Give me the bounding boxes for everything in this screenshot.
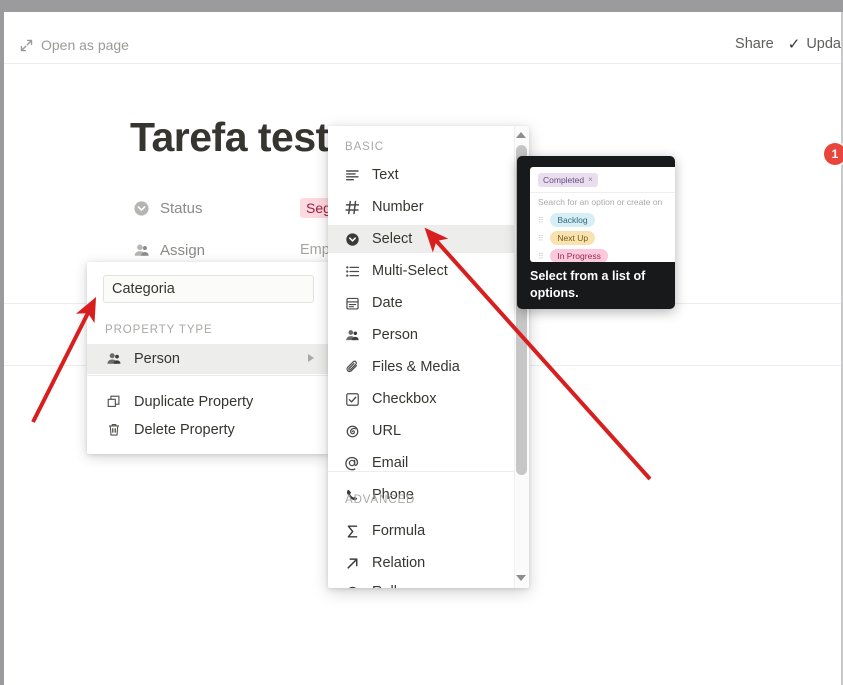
app-root: Open as page Share ✓ Upda Tarefa test St…: [0, 0, 843, 685]
page-header: Open as page Share ✓ Upda: [4, 12, 841, 64]
scroll-up-arrow-icon[interactable]: [516, 132, 526, 138]
select-icon: [132, 199, 150, 217]
type-label: Multi-Select: [372, 263, 448, 279]
preview-chip-completed: Completed ×: [538, 172, 598, 187]
preview-option: ⠿ In Progress: [538, 249, 608, 262]
type-label: Rollup: [372, 584, 413, 588]
property-row-assign[interactable]: Assign Emp: [132, 236, 330, 264]
drag-handle-icon: ⠿: [538, 233, 545, 243]
option-label: In Progress: [550, 249, 608, 262]
type-item-relation[interactable]: Relation: [328, 549, 514, 577]
delete-property-button[interactable]: Delete Property: [87, 415, 330, 445]
at-icon: [342, 455, 362, 471]
popup-divider: [87, 375, 330, 376]
updates-label: Upda: [806, 36, 841, 52]
check-icon: ✓: [787, 35, 801, 53]
type-label: Text: [372, 167, 399, 183]
updates-button[interactable]: ✓ Upda: [788, 36, 841, 52]
type-label: URL: [372, 423, 402, 439]
type-item-rollup[interactable]: Rollup: [328, 578, 514, 588]
chevron-right-icon: [308, 354, 314, 362]
person-icon: [132, 241, 150, 259]
option-label: Next Up: [550, 231, 596, 245]
delete-property-label: Delete Property: [134, 422, 235, 438]
type-item-text[interactable]: Text: [328, 161, 514, 189]
chip-label: Completed: [543, 174, 585, 185]
duplicate-property-label: Duplicate Property: [134, 394, 254, 410]
type-label: Email: [372, 455, 409, 471]
page-title: Tarefa test: [130, 114, 329, 160]
tooltip-caption: Select from a list of options.: [530, 269, 646, 300]
date-icon: [342, 296, 362, 311]
option-label: Backlog: [550, 213, 595, 227]
person-icon: [342, 328, 362, 343]
checkbox-icon: [342, 392, 362, 407]
person-icon: [105, 351, 123, 367]
duplicate-property-button[interactable]: Duplicate Property: [87, 387, 330, 417]
type-item-multi-select[interactable]: Multi-Select: [328, 257, 514, 285]
property-type-current[interactable]: Person: [87, 344, 330, 374]
menu-divider: [328, 471, 514, 472]
property-type-caption: PROPERTY TYPE: [105, 324, 213, 336]
trash-icon: [105, 422, 123, 438]
type-preview-tooltip: Completed × Search for an option or crea…: [517, 156, 675, 309]
link-icon: [342, 424, 362, 439]
preview-chip-bar: Completed ×: [530, 167, 675, 193]
drag-handle-icon: ⠿: [538, 251, 545, 261]
type-label: Select: [372, 231, 413, 247]
drag-handle-icon: ⠿: [538, 215, 545, 225]
property-name-input[interactable]: [103, 275, 314, 303]
basic-section-caption: BASIC: [345, 141, 385, 153]
tooltip-preview-image: Completed × Search for an option or crea…: [530, 167, 675, 262]
property-row-status[interactable]: Status Seg: [132, 194, 337, 222]
rollup-icon: [342, 585, 362, 588]
advanced-section-caption: ADVANCED: [345, 494, 416, 506]
number-icon: [342, 200, 362, 215]
type-item-files-media[interactable]: Files & Media: [328, 353, 514, 381]
arrow-up-right-icon: [342, 556, 362, 571]
property-label: Assign: [160, 241, 206, 259]
notification-badge[interactable]: 1: [824, 143, 843, 165]
text-icon: [342, 168, 362, 183]
open-as-page-button[interactable]: Open as page: [20, 37, 129, 53]
property-editor-popup: PROPERTY TYPE Person Duplica: [87, 262, 330, 454]
type-label: Date: [372, 295, 403, 311]
assign-value: Emp: [300, 242, 330, 258]
paperclip-icon: [342, 360, 362, 375]
open-as-page-label: Open as page: [41, 37, 129, 53]
property-label: Status: [160, 199, 203, 217]
type-item-url[interactable]: URL: [328, 417, 514, 445]
type-item-number[interactable]: Number: [328, 193, 514, 221]
preview-search-text: Search for an option or create on: [538, 197, 663, 207]
preview-option: ⠿ Next Up: [538, 231, 596, 245]
type-item-date[interactable]: Date: [328, 289, 514, 317]
close-icon: ×: [588, 175, 593, 184]
type-item-select[interactable]: Select: [328, 225, 514, 253]
expand-arrows-icon: [20, 39, 33, 52]
type-item-person[interactable]: Person: [328, 321, 514, 349]
type-item-email[interactable]: Email: [328, 449, 514, 477]
type-label: Formula: [372, 523, 426, 539]
property-type-label: Person: [134, 351, 180, 367]
property-type-menu: BASIC Text Number Select Multi-Select Da…: [328, 126, 529, 588]
duplicate-icon: [105, 394, 123, 410]
window-chrome-strip: [0, 0, 843, 12]
type-label: Person: [372, 327, 418, 343]
select-icon: [342, 232, 362, 247]
preview-option: ⠿ Backlog: [538, 213, 595, 227]
type-label: Relation: [372, 555, 426, 571]
multiselect-icon: [342, 264, 362, 279]
type-label: Checkbox: [372, 391, 437, 407]
scroll-down-arrow-icon[interactable]: [516, 575, 526, 581]
sigma-icon: [342, 524, 362, 539]
type-item-formula[interactable]: Formula: [328, 517, 514, 545]
type-label: Number: [372, 199, 424, 215]
share-button[interactable]: Share: [735, 36, 774, 52]
type-item-checkbox[interactable]: Checkbox: [328, 385, 514, 413]
type-label: Files & Media: [372, 359, 460, 375]
header-actions: Share ✓ Upda: [735, 36, 841, 52]
